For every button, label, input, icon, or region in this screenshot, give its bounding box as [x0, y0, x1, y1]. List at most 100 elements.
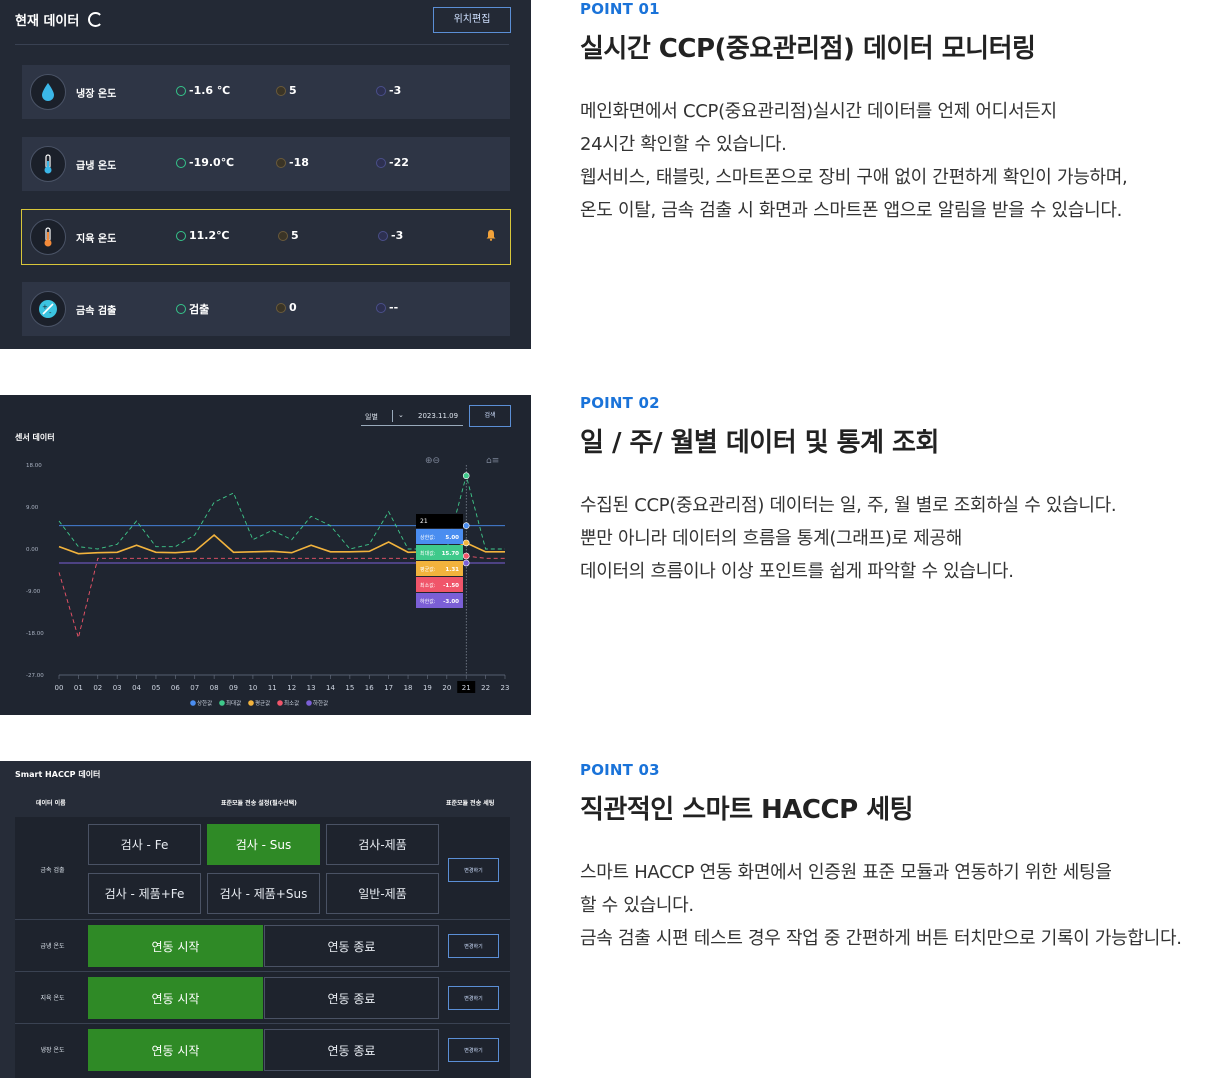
tooltip-hour: 21: [420, 518, 428, 525]
tooltip-item-value: 5.00: [445, 535, 459, 541]
start-sync-button[interactable]: 연동 시작: [88, 977, 263, 1019]
option-normal-product[interactable]: 일반-제품: [326, 873, 439, 914]
row-label-fridge: 냉장 온도: [40, 1047, 65, 1054]
start-sync-button[interactable]: 연동 시작: [88, 925, 263, 967]
description-line: 온도 이탈, 금속 검출 시 화면과 스마트폰 앱으로 알림을 받을 수 있습니…: [580, 200, 1123, 221]
lower-limit-icon: [378, 230, 388, 241]
upper-limit-icon: [278, 230, 288, 241]
legend-dot-평균값: [248, 700, 254, 706]
sensor-row-quick-freeze[interactable]: 급냉 온도 -19.0℃ -18 -22: [22, 137, 510, 191]
x-tick-label: 08: [210, 684, 219, 692]
upper-limit-icon: [276, 85, 286, 96]
series-point-상한값: [462, 522, 470, 529]
sensor-row-metal[interactable]: + - 금속 검출 검출 0 --: [22, 282, 510, 336]
upper-value: 5: [291, 229, 299, 242]
x-tick-label: 20: [442, 684, 451, 692]
panel-title: Smart HACCP 데이터: [15, 770, 101, 779]
option-test-product-sus[interactable]: 검사 - 제품+Sus: [207, 873, 320, 914]
option-test-sus[interactable]: 검사 - Sus: [207, 824, 320, 865]
metal-detect-icon: + -: [30, 291, 66, 327]
x-tick-label: 23: [501, 684, 510, 692]
description-line: 데이터의 흐름이나 이상 포인트를 쉽게 파악할 수 있습니다.: [580, 561, 1014, 582]
section-description: 스마트 HACCP 연동 화면에서 인증원 표준 모듈과 연동하기 위한 세팅을…: [580, 856, 1210, 955]
upper-limit-icon: [276, 157, 286, 168]
tooltip-item-value: 1.31: [445, 567, 459, 573]
x-tick-label: 09: [229, 684, 238, 692]
option-test-product[interactable]: 검사-제품: [326, 824, 439, 865]
y-tick-label: -9.00: [26, 589, 41, 595]
point-label: POINT 01: [580, 0, 660, 18]
row-label-carcass: 지육 온도: [40, 995, 65, 1002]
column-header-action: 표준모듈 전송 세팅: [446, 800, 495, 807]
change-button-quick-freeze[interactable]: 변경하기: [448, 934, 499, 958]
description-line: 할 수 있습니다.: [580, 895, 694, 916]
panel-title: 현재 데이터: [15, 14, 80, 29]
y-tick-label: 9.00: [26, 505, 39, 511]
zoom-icons: ⊕⊖: [425, 456, 440, 466]
description-line: 금속 검출 시편 테스트 경우 작업 중 간편하게 버튼 터치만으로 기록이 가…: [580, 928, 1182, 949]
clock-icon: [176, 304, 186, 314]
sensor-label: 급냉 온도: [76, 161, 117, 172]
y-tick-label: -18.00: [26, 631, 44, 637]
tooltip-item-label: 상한값:: [420, 534, 436, 541]
sensor-label: 냉장 온도: [76, 89, 117, 100]
section-heading: 실시간 CCP(중요관리점) 데이터 모니터링: [580, 34, 1036, 64]
current-value: 검출: [189, 303, 210, 316]
legend-label: 평균값: [255, 699, 270, 707]
x-tick-label: 17: [384, 684, 393, 692]
divider: [15, 1023, 510, 1024]
edit-position-button[interactable]: 위치편집: [433, 7, 511, 33]
stop-sync-button[interactable]: 연동 종료: [264, 1029, 439, 1071]
tooltip-item-value: -1.50: [443, 583, 459, 589]
stop-sync-button[interactable]: 연동 종료: [264, 925, 439, 967]
tooltip-item-label: 최소값:: [420, 582, 436, 589]
divider: [15, 919, 510, 920]
legend-label: 최대값: [226, 699, 241, 707]
svg-text:+: +: [42, 303, 48, 311]
current-value: -19.0℃: [189, 156, 235, 169]
sensor-label: 금속 검출: [76, 306, 117, 317]
upper-value: 5: [289, 84, 297, 97]
refresh-icon[interactable]: [88, 12, 103, 27]
lower-limit-icon: [376, 157, 386, 168]
x-tick-label: 06: [171, 684, 180, 692]
clock-icon: [176, 157, 186, 168]
option-test-product-fe[interactable]: 검사 - 제품+Fe: [88, 873, 201, 914]
clock-icon: [176, 85, 186, 96]
thermometer-icon: [30, 146, 66, 182]
lower-value: -22: [389, 156, 409, 169]
x-tick-label: 18: [404, 684, 413, 692]
change-button-carcass[interactable]: 변경하기: [448, 986, 499, 1010]
bell-icon[interactable]: [485, 229, 497, 241]
thermometer-icon: [30, 219, 66, 255]
start-sync-button[interactable]: 연동 시작: [88, 1029, 263, 1071]
sensor-label: 지육 온도: [76, 234, 117, 245]
x-tick-label: 16: [365, 684, 374, 692]
series-point-하한값: [462, 559, 470, 567]
tooltip-item-label: 최대값:: [420, 550, 436, 557]
x-tick-label: 04: [132, 684, 141, 692]
sensor-row-fridge[interactable]: 냉장 온도 -1.6 ℃ 5 -3: [22, 65, 510, 119]
tooltip-item-label: 하한값:: [420, 598, 436, 605]
upper-limit-icon: [276, 302, 286, 313]
sensor-line-chart: ⊕⊖ ⌂≡ 18.00 9.00 0.00 -9.00 -18.00 -27.00 00 01 02…: [26, 456, 510, 707]
feature-section-2: POINT 02 일 / 주/ 월별 데이터 및 통계 조회 수집된 CCP(중…: [580, 394, 1210, 588]
x-tick-label: 03: [113, 684, 122, 692]
tooltip-item-value: 15.70: [442, 551, 460, 557]
current-value: -1.6 ℃: [189, 84, 231, 97]
change-button-fridge[interactable]: 변경하기: [448, 1038, 499, 1062]
lower-limit-icon: [376, 302, 386, 313]
section-heading: 일 / 주/ 월별 데이터 및 통계 조회: [580, 428, 939, 458]
column-header-setting: 표준모듈 전송 설정(필수선택): [221, 800, 297, 807]
option-test-fe[interactable]: 검사 - Fe: [88, 824, 201, 865]
tooltip-item-label: 평균값:: [420, 566, 436, 573]
change-button-metal[interactable]: 변경하기: [448, 858, 499, 882]
point-label: POINT 02: [580, 394, 660, 412]
section-description: 수집된 CCP(중요관리점) 데이터는 일, 주, 월 별로 조회하실 수 있습…: [580, 489, 1210, 588]
series-point-최소값: [462, 552, 470, 560]
stop-sync-button[interactable]: 연동 종료: [264, 977, 439, 1019]
column-header-name: 데이터 이름: [36, 800, 66, 807]
lower-value: -3: [391, 229, 404, 242]
sensor-data-panel: 일별 ⌄ 2023.11.09 검색 센서 데이터 ⊕⊖ ⌂≡ 18.00 9.00 0…: [0, 395, 531, 715]
sensor-row-carcass[interactable]: 지육 온도 11.2℃ 5 -3: [21, 209, 511, 265]
